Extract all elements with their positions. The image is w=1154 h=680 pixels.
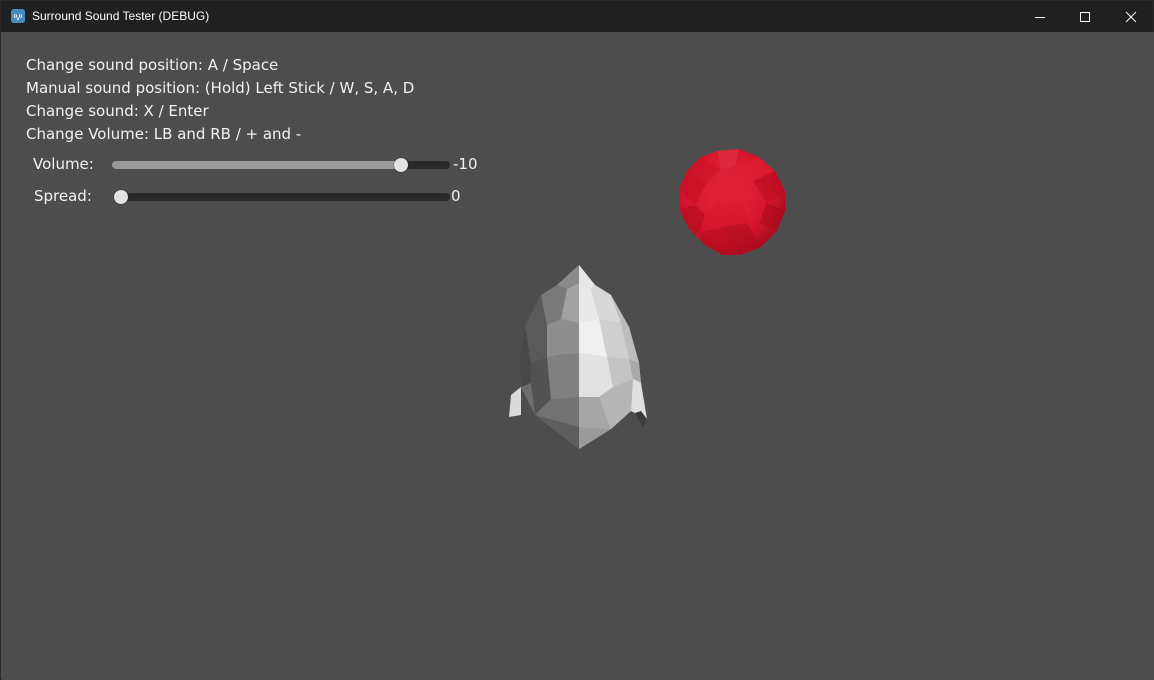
spread-value: 0 bbox=[451, 187, 461, 205]
window-title: Surround Sound Tester (DEBUG) bbox=[32, 9, 210, 23]
title-bar[interactable]: Surround Sound Tester (DEBUG) bbox=[1, 1, 1153, 32]
close-button[interactable] bbox=[1108, 1, 1154, 32]
game-viewport[interactable]: Change sound position: A / Space Manual … bbox=[2, 32, 1154, 680]
maximize-icon bbox=[1080, 11, 1090, 22]
help-line-change-volume: Change Volume: LB and RB / + and - bbox=[26, 125, 302, 143]
help-line-manual-position: Manual sound position: (Hold) Left Stick… bbox=[26, 79, 415, 97]
volume-slider-fill bbox=[112, 161, 401, 169]
help-line-change-position: Change sound position: A / Space bbox=[26, 56, 279, 74]
close-icon bbox=[1125, 11, 1137, 22]
volume-value: -10 bbox=[453, 155, 478, 173]
volume-slider[interactable] bbox=[112, 158, 450, 172]
spread-slider[interactable] bbox=[114, 190, 450, 204]
sound-source-sphere bbox=[679, 149, 785, 255]
minimize-icon bbox=[1035, 16, 1045, 18]
maximize-button[interactable] bbox=[1062, 1, 1108, 32]
godot-engine-icon bbox=[11, 9, 25, 23]
volume-slider-handle[interactable] bbox=[394, 158, 408, 172]
app-window: Surround Sound Tester (DEBUG) Change sou… bbox=[0, 0, 1154, 680]
spread-label: Spread: bbox=[34, 187, 92, 205]
help-line-change-sound: Change sound: X / Enter bbox=[26, 102, 209, 120]
listener-head-model bbox=[509, 265, 647, 449]
volume-label: Volume: bbox=[33, 155, 94, 173]
minimize-button[interactable] bbox=[1017, 1, 1063, 32]
spread-slider-handle[interactable] bbox=[114, 190, 128, 204]
